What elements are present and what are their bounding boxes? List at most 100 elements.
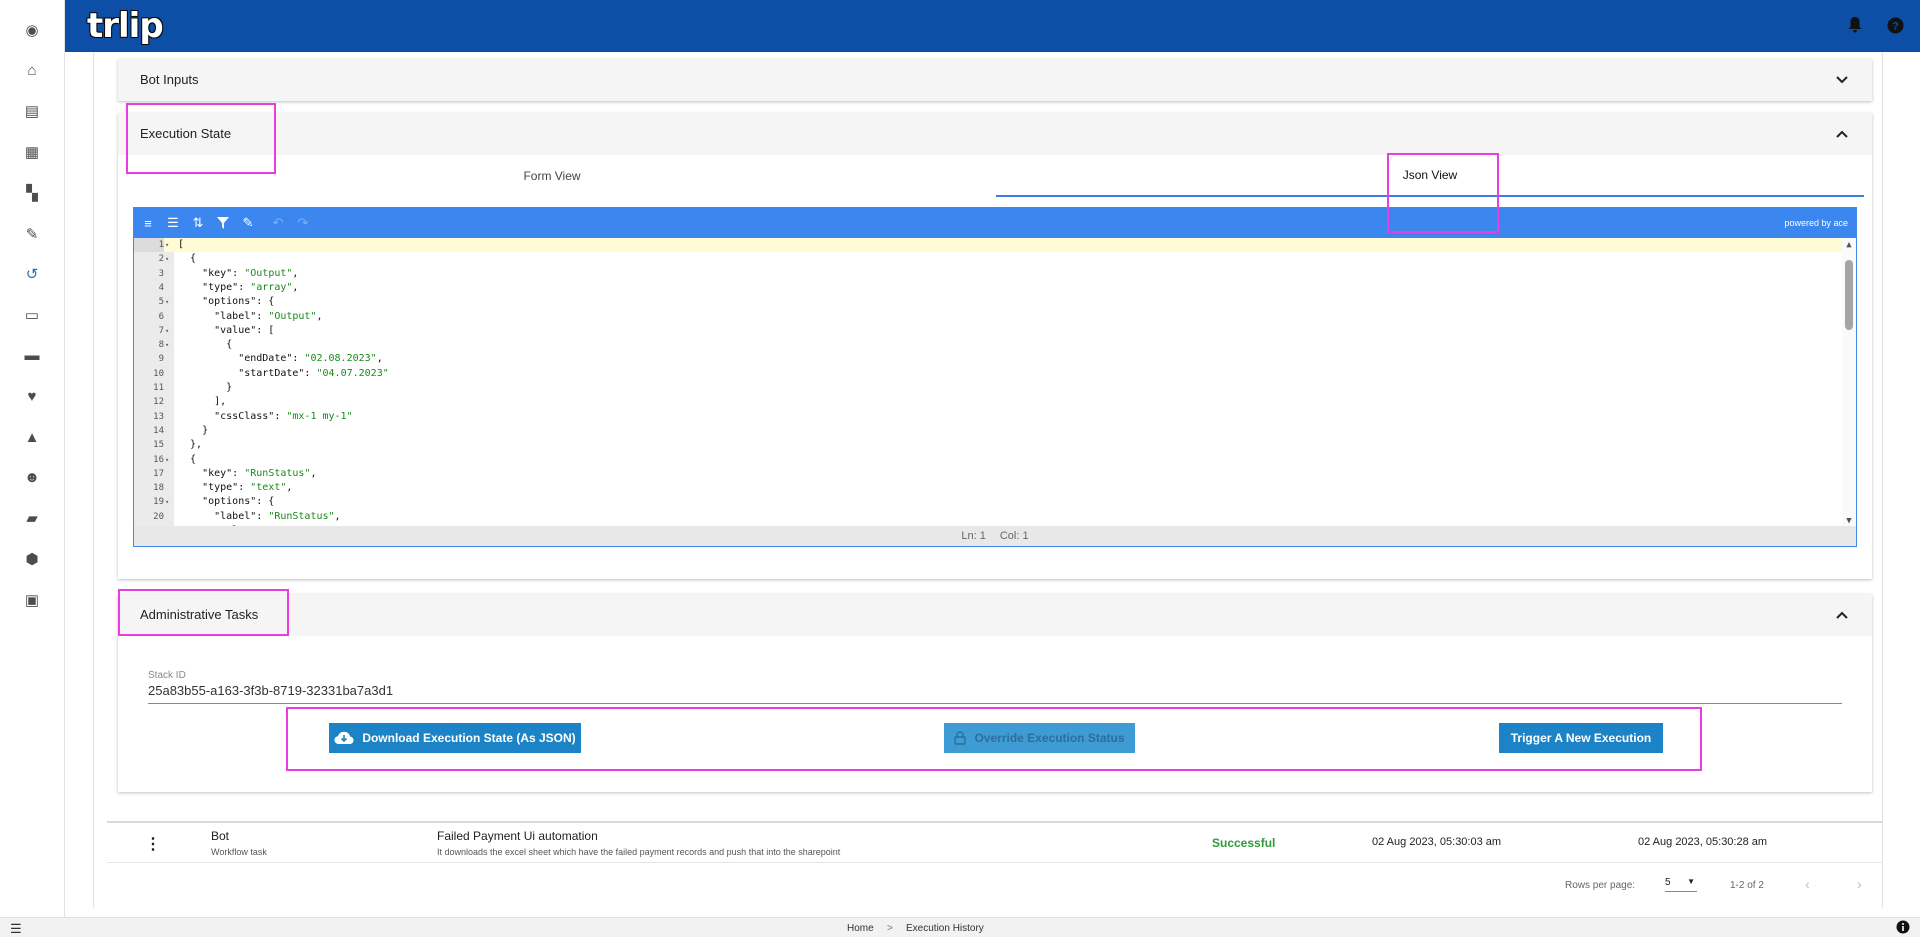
- admin-tasks-header[interactable]: Administrative Tasks: [118, 594, 1872, 636]
- chevron-up-icon[interactable]: [1834, 125, 1850, 141]
- truck-icon[interactable]: ▰: [22, 508, 42, 528]
- chevron-down-icon[interactable]: [1834, 71, 1850, 87]
- line-number: 11: [153, 383, 164, 393]
- line-number: 6: [158, 311, 164, 322]
- landscape-icon[interactable]: ▲: [22, 427, 42, 447]
- app-logo[interactable]: trlip: [87, 6, 164, 46]
- line-number: 20: [153, 511, 164, 522]
- code-text: }: [178, 382, 233, 393]
- next-page-icon[interactable]: ›: [1857, 876, 1862, 892]
- tab-json-view[interactable]: Json View: [996, 155, 1864, 197]
- line-number: 1: [134, 238, 164, 253]
- line-number: 12: [153, 397, 164, 408]
- line-number: 15: [153, 440, 164, 451]
- fold-toggle-icon[interactable]: ▾: [165, 324, 169, 338]
- code-text: {: [178, 339, 233, 351]
- chevron-up-icon[interactable]: [1834, 606, 1850, 622]
- json-editor[interactable]: ≡ ☰ ⇅ ✎ ↶ ↷ powered by ace 1 ▾[2 ▾ {3 "key…: [133, 207, 1857, 547]
- bot-inputs-panel: Bot Inputs: [118, 59, 1872, 101]
- sort-icon[interactable]: ⇅: [190, 215, 206, 231]
- cursor-col: Col: 1: [999, 530, 1029, 542]
- fold-toggle-icon[interactable]: ▾: [165, 295, 169, 309]
- line-number: 2: [158, 254, 164, 265]
- undo-icon[interactable]: ↶: [270, 215, 286, 231]
- trigger-execution-label: Trigger A New Execution: [1510, 731, 1652, 745]
- redo-icon[interactable]: ↷: [295, 215, 311, 231]
- camera-icon[interactable]: ▣: [22, 590, 42, 610]
- rows-per-page-value: 5: [1665, 877, 1671, 888]
- repair-icon[interactable]: ✎: [240, 215, 256, 231]
- bot-inputs-title: Bot Inputs: [140, 72, 199, 87]
- format-icon[interactable]: ≡: [140, 215, 156, 231]
- wrench-icon[interactable]: ✎: [22, 224, 42, 244]
- filter-icon[interactable]: [215, 215, 231, 231]
- code-text: "label": "Output",: [178, 310, 323, 322]
- code-text: {: [178, 453, 197, 465]
- code-line: 10 "startDate": "04.07.2023": [134, 367, 1856, 381]
- code-text: "options": {: [178, 296, 275, 308]
- shield-gear-icon[interactable]: ⬢: [22, 549, 42, 569]
- code-line: 2 ▾ {: [134, 252, 1856, 266]
- rows-per-page-select[interactable]: 5 ▼: [1665, 877, 1697, 892]
- override-status-label: Override Execution Status: [974, 731, 1125, 745]
- heart-icon[interactable]: ♥: [22, 386, 42, 406]
- fold-toggle-icon[interactable]: ▾: [165, 453, 169, 467]
- editor-scrollbar[interactable]: ▲ ▼: [1842, 238, 1856, 528]
- breadcrumb-execution-history[interactable]: Execution History: [906, 923, 984, 934]
- lock-icon: [954, 731, 967, 745]
- line-number: 5: [158, 297, 164, 308]
- briefcase-icon[interactable]: ▭: [22, 305, 42, 325]
- row-end-time: 02 Aug 2023, 05:30:28 am: [1638, 836, 1768, 848]
- line-number: 7: [158, 325, 164, 336]
- code-text: {: [178, 253, 197, 265]
- folder-icon[interactable]: ▬: [22, 346, 42, 366]
- line-number: 4: [158, 282, 164, 293]
- compact-icon[interactable]: ☰: [165, 215, 181, 231]
- fold-toggle-icon[interactable]: ▾: [165, 252, 169, 266]
- prev-page-icon[interactable]: ‹: [1805, 876, 1810, 892]
- menu-icon[interactable]: ☰: [10, 921, 22, 937]
- help-icon[interactable]: ?: [1885, 15, 1905, 35]
- chart-icon[interactable]: ▦: [22, 142, 42, 162]
- bot-inputs-header[interactable]: Bot Inputs: [118, 59, 1872, 101]
- bell-icon[interactable]: [1845, 15, 1865, 35]
- download-state-button[interactable]: Download Execution State (As JSON): [329, 723, 581, 753]
- code-line: 19 ▾ "options": {: [134, 495, 1856, 509]
- tab-form-view[interactable]: Form View: [118, 155, 986, 197]
- code-line: 11 }: [134, 381, 1856, 395]
- breadcrumb-home[interactable]: Home: [847, 923, 874, 934]
- scroll-down-icon[interactable]: ▼: [1844, 516, 1854, 526]
- breadcrumb-separator: >: [887, 923, 893, 934]
- trigger-execution-button[interactable]: Trigger A New Execution: [1499, 723, 1663, 753]
- fold-toggle-icon[interactable]: ▾: [165, 495, 169, 509]
- row-status: Successful: [1212, 836, 1276, 850]
- code-area[interactable]: 1 ▾[2 ▾ {3 "key": "Output", 4 "type": "arra…: [134, 238, 1856, 528]
- line-number: 16: [153, 454, 164, 465]
- code-line: 7 ▾ "value": [: [134, 324, 1856, 338]
- stack-id-field[interactable]: 25a83b55-a163-3f3b-8719-32331ba7a3d1: [148, 683, 1842, 704]
- code-line: 14 }: [134, 424, 1856, 438]
- clipboard-icon[interactable]: ▤: [22, 101, 42, 121]
- row-menu-icon[interactable]: ⋮: [145, 834, 161, 854]
- execution-state-title: Execution State: [140, 126, 232, 141]
- home-icon[interactable]: ⌂: [22, 61, 42, 81]
- fold-toggle-icon[interactable]: ▾: [165, 338, 169, 352]
- code-line: 6 "label": "Output",: [134, 310, 1856, 324]
- scroll-thumb[interactable]: [1845, 260, 1853, 330]
- user-settings-icon[interactable]: ☻: [22, 468, 42, 488]
- execution-state-header[interactable]: Execution State: [118, 113, 1872, 155]
- fold-toggle-icon[interactable]: ▾: [165, 238, 169, 252]
- info-icon[interactable]: [1896, 920, 1910, 937]
- override-status-button[interactable]: Override Execution Status: [944, 723, 1135, 753]
- top-bar: trlip ?: [65, 0, 1920, 52]
- row-description: It downloads the excel sheet which have …: [437, 847, 841, 857]
- line-number: 18: [153, 483, 164, 494]
- history-icon[interactable]: ↺: [22, 264, 42, 284]
- scroll-up-icon[interactable]: ▲: [1844, 240, 1854, 250]
- user-circle-icon[interactable]: ◉: [22, 20, 42, 40]
- powered-by-ace: powered by ace: [1784, 218, 1848, 228]
- code-text: "startDate": "04.07.2023": [178, 367, 389, 379]
- table-row[interactable]: ⋮ Bot Workflow task Failed Payment Ui au…: [107, 821, 1882, 863]
- code-text: "key": "Output",: [178, 267, 299, 279]
- dashboard-icon[interactable]: ▚: [22, 183, 42, 203]
